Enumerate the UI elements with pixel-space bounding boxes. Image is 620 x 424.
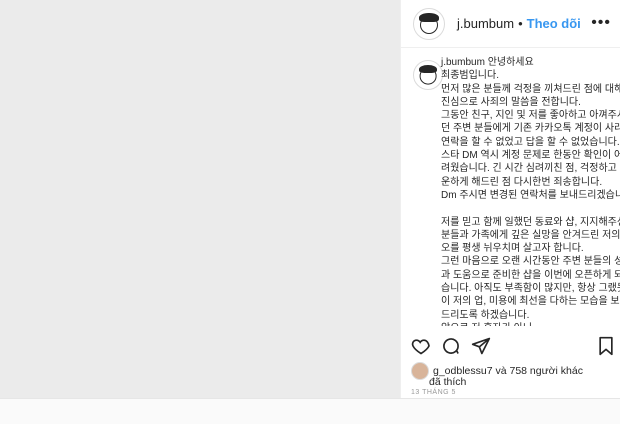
post-caption: j.bumbum 안녕하세요 최종범입니다. 먼저 많은 분들께 걱정을 끼쳐드린…: [413, 56, 620, 326]
header-username[interactable]: j.bumbum: [457, 16, 514, 31]
header-separator: •: [518, 16, 523, 31]
share-icon[interactable]: [471, 336, 491, 356]
caption-line: 분들과 가족에게 깊은 실망을 안겨드린 저의 과: [441, 229, 620, 241]
post-actions: [411, 336, 620, 358]
caption-line: 드리도록 하겠습니다.: [441, 309, 530, 321]
header-avatar[interactable]: [413, 7, 445, 40]
caption-line: 안녕하세요: [487, 57, 534, 68]
liked-label: đã thích: [429, 376, 467, 388]
likes-count-text[interactable]: và 758 người khác: [493, 365, 582, 377]
caption-line: 그런 마음으로 오랜 시간동안 주변 분들의 성원: [441, 256, 620, 268]
follow-button[interactable]: Theo dõi: [527, 16, 581, 31]
more-options-icon[interactable]: •••: [591, 14, 611, 32]
caption-line: 오를 평생 뉘우치며 살고자 합니다.: [441, 243, 584, 255]
caption-username[interactable]: j.bumbum: [441, 57, 485, 68]
caption-line: 던 주변 분들에게 기존 카카오톡 계정이 사라져: [441, 123, 620, 135]
caption-line: 스타 DM 역시 계정 문제로 한동안 확인이 어: [441, 150, 620, 162]
post-image-area: [0, 0, 400, 398]
caption-line: 앞으로 저 혼자가 아닌: [441, 322, 620, 326]
liker-avatar: [411, 362, 429, 380]
caption-line: 최종범입니다.: [441, 70, 499, 82]
comment-icon[interactable]: [441, 336, 461, 356]
caption-line: 그동안 친구, 지인 및 저를 좋아하고 아껴주시: [441, 110, 620, 122]
caption-line: 운하게 해드린 점 다시한번 죄송합니다.: [441, 176, 603, 188]
caption-line: 려웠습니다. 긴 시간 심려끼친 점, 걱정하고 서: [441, 163, 620, 175]
footer-divider: [0, 398, 620, 399]
caption-line: 과 도움으로 준비한 샵을 이번에 오픈하게 되었: [441, 269, 620, 281]
post-date[interactable]: 13 THÁNG 5: [411, 389, 456, 396]
caption-first-line: j.bumbum 안녕하세요: [441, 56, 620, 69]
caption-avatar[interactable]: [413, 60, 443, 90]
caption-line: 진심으로 사죄의 말씀을 전합니다.: [441, 96, 581, 108]
liker-username[interactable]: g_odblessu7: [433, 365, 493, 377]
caption-line: 저를 믿고 함께 일했던 동료와 샵, 지지해주신: [441, 216, 620, 228]
save-bookmark-icon[interactable]: [597, 336, 615, 356]
caption-line: [441, 202, 620, 215]
caption-text: j.bumbum 안녕하세요 최종범입니다. 먼저 많은 분들께 걱정을 끼쳐드린…: [441, 56, 620, 326]
caption-line: 연락을 할 수 없었고 답을 할 수 없었습니다. 인: [441, 136, 620, 148]
caption-line: 습니다. 아직도 부족함이 많지만, 항상 그랬듯: [441, 283, 620, 295]
caption-line: 먼저 많은 분들께 걱정을 끼쳐드린 점에 대해서: [441, 83, 620, 95]
post-header: j.bumbum • Theo dõi •••: [401, 0, 620, 48]
caption-line: 이 저의 업, 미용에 최선을 다하는 모습을 보여: [441, 296, 620, 308]
post-side-panel: j.bumbum • Theo dõi ••• j.bumbum 안녕하세요 최…: [400, 0, 620, 398]
caption-line: Dm 주시면 변경된 연락처를 보내드리겠습니다.: [441, 189, 620, 201]
heart-icon[interactable]: [411, 336, 431, 356]
